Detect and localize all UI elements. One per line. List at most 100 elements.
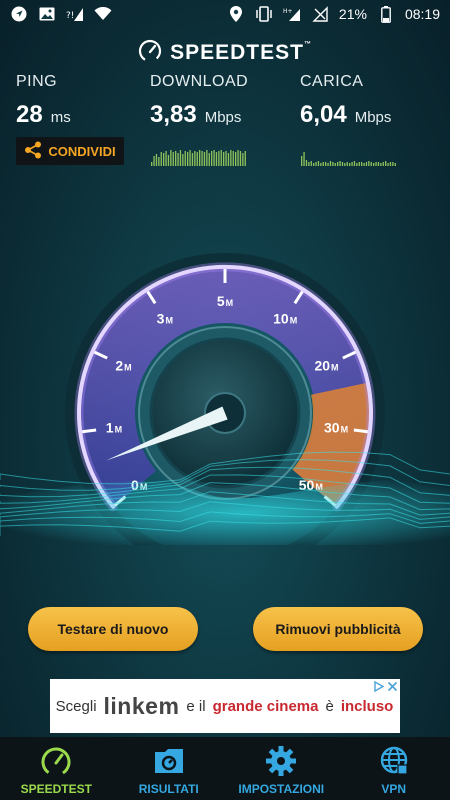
- nav-label-results: RISULTATI: [138, 782, 199, 796]
- graph-bar: [170, 150, 172, 166]
- ad-close-icon[interactable]: [387, 681, 398, 695]
- graph-bar: [361, 162, 363, 166]
- share-button-label: CONDIVIDI: [48, 143, 116, 159]
- location-icon: [227, 5, 245, 23]
- nav-item-vpn[interactable]: VPN: [338, 737, 450, 800]
- graph-bar: [339, 161, 341, 166]
- gauge-tick: [353, 428, 368, 434]
- graph-bar: [341, 162, 344, 166]
- nav-item-settings[interactable]: IMPOSTAZIONI: [225, 737, 338, 800]
- graph-bar: [244, 151, 246, 166]
- graph-bar: [310, 161, 312, 166]
- graph-bar: [163, 153, 165, 166]
- nav-item-speedtest[interactable]: SPEEDTEST: [0, 737, 113, 800]
- clock: 08:19: [404, 6, 440, 22]
- graph-bar: [177, 153, 179, 166]
- graph-bar: [394, 163, 396, 166]
- graph-bar: [349, 163, 351, 166]
- graph-bar: [332, 162, 334, 166]
- graph-bar: [187, 152, 189, 166]
- graph-bar: [189, 150, 191, 166]
- ping-metric: PING 28 ms: [16, 73, 71, 129]
- graph-bar: [175, 151, 177, 166]
- nav-item-results[interactable]: RISULTATI: [113, 737, 226, 800]
- graph-bar: [380, 163, 382, 166]
- upload-label: CARICA: [300, 73, 364, 90]
- image-icon: [38, 5, 56, 23]
- graph-bar: [346, 162, 348, 166]
- graph-bar: [184, 151, 186, 166]
- graph-bar: [203, 152, 206, 166]
- globe-icon: [377, 744, 411, 778]
- graph-bar: [223, 152, 225, 166]
- graph-bar: [167, 155, 170, 166]
- graph-bar: [377, 162, 380, 166]
- download-unit: Mbps: [204, 109, 242, 126]
- ad-highlight-1: grande cinema: [212, 697, 319, 715]
- ad-text-3: è: [325, 697, 334, 715]
- upload-graph: [301, 152, 396, 166]
- remove-ads-button[interactable]: Rimuovi pubblicità: [253, 607, 423, 651]
- ad-banner[interactable]: Scegli linkem e il grande cinema è inclu…: [50, 679, 400, 733]
- graph-bar: [356, 163, 358, 166]
- graph-bar: [325, 162, 327, 166]
- app-title: SPEEDTEST™: [170, 41, 312, 64]
- graph-bar: [387, 163, 389, 166]
- ping-unit: ms: [50, 109, 71, 126]
- graph-bar: [208, 153, 210, 166]
- graph-bar: [182, 154, 184, 166]
- nav-label-speedtest: SPEEDTEST: [20, 782, 92, 796]
- graph-bar: [165, 151, 167, 166]
- battery-icon: [377, 5, 395, 23]
- speed-gauge: 0M1M2M3M5M10M20M30M50M: [0, 253, 450, 545]
- download-metric: DOWNLOAD 3,83 Mbps: [150, 73, 248, 129]
- graph-bar: [151, 162, 153, 166]
- graph-bar: [242, 153, 244, 166]
- download-graph: [151, 150, 246, 166]
- graph-bar: [351, 162, 353, 166]
- share-button[interactable]: CONDIVIDI: [16, 137, 124, 165]
- graph-bar: [235, 152, 237, 166]
- ping-label: PING: [16, 73, 58, 90]
- graph-bar: [385, 161, 387, 166]
- graph-bar: [392, 162, 394, 166]
- graph-bar: [389, 162, 392, 166]
- graph-bar: [227, 153, 230, 166]
- graph-bar: [320, 163, 322, 166]
- graph-bar: [211, 151, 213, 166]
- ad-text-1: Scegli: [55, 697, 97, 715]
- graph-bar: [239, 151, 242, 166]
- vibrate-icon: [255, 5, 273, 23]
- graph-bar: [370, 162, 372, 166]
- upload-value: 6,04: [300, 101, 347, 128]
- graph-bar: [215, 152, 218, 166]
- graph-bar: [334, 163, 336, 166]
- graph-bar: [317, 161, 320, 166]
- svg-text:H+: H+: [283, 8, 293, 15]
- nav-label-settings: IMPOSTAZIONI: [238, 782, 325, 796]
- ad-highlight-2: incluso: [340, 697, 394, 715]
- graph-bar: [225, 151, 227, 166]
- graph-bar: [230, 150, 232, 166]
- download-value: 3,83: [150, 101, 197, 128]
- retest-button[interactable]: Testare di nuovo: [28, 607, 198, 651]
- mobile-signal-icon: ?!: [66, 5, 84, 23]
- graph-bar: [375, 162, 377, 166]
- graph-bar: [344, 163, 346, 166]
- graph-bar: [220, 150, 222, 166]
- graph-bar: [308, 162, 310, 166]
- status-bar: ?! H+ 21% 08:19: [0, 0, 450, 28]
- speedometer-icon: [39, 744, 73, 778]
- graph-bar: [358, 162, 360, 166]
- graph-bar: [353, 161, 356, 166]
- graph-bar: [329, 161, 332, 166]
- folder-results-icon: [152, 744, 186, 778]
- ad-badge[interactable]: [373, 680, 398, 695]
- adchoices-icon[interactable]: [373, 680, 385, 695]
- graph-bar: [155, 154, 158, 166]
- wifi-icon: [94, 5, 112, 23]
- graph-bar: [199, 150, 201, 166]
- graph-bar: [201, 151, 203, 166]
- download-label: DOWNLOAD: [150, 73, 249, 90]
- graph-bar: [213, 150, 215, 166]
